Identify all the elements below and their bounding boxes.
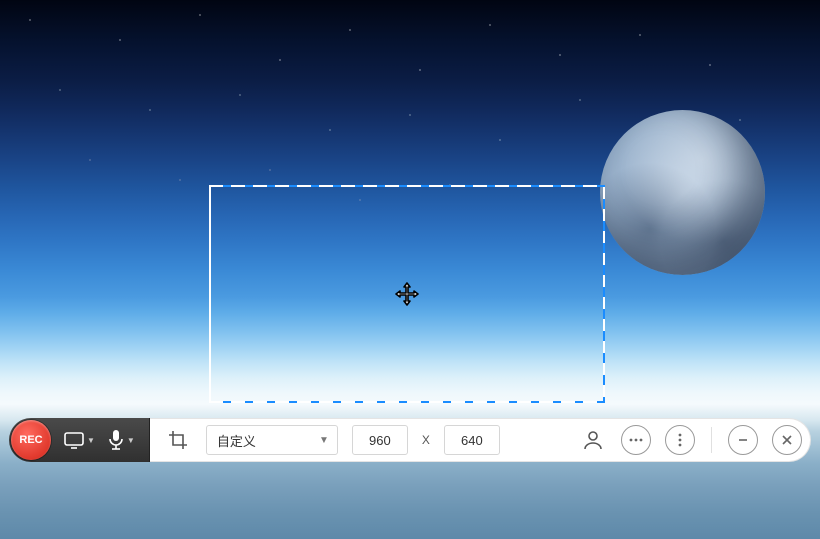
more-options-button[interactable] [665,425,695,455]
minus-icon [737,434,749,446]
microphone-icon [107,429,125,451]
minimize-button[interactable] [728,425,758,455]
dots-vertical-icon [677,433,683,447]
dots-icon [629,437,643,443]
close-button[interactable] [772,425,802,455]
crop-button[interactable] [164,426,192,454]
crop-icon [168,430,188,450]
chevron-down-icon: ▼ [87,436,95,445]
size-preset-select[interactable]: 自定义 ▼ [206,425,338,455]
toolbar-divider [711,427,712,453]
monitor-icon [63,430,85,450]
size-preset-label: 自定义 [217,431,256,450]
recorder-toolbar: REC ▼ ▼ [9,418,811,462]
close-icon [781,434,793,446]
moon-decoration [600,110,765,275]
screen-source-button[interactable]: ▼ [63,420,95,460]
toolbar-light-section: 自定义 ▼ X [150,418,811,462]
annotation-button[interactable] [621,425,651,455]
chevron-down-icon: ▼ [319,435,329,446]
audio-source-button[interactable]: ▼ [107,420,135,460]
toolbar-dark-section: REC ▼ ▼ [9,418,150,462]
width-input[interactable] [352,425,408,455]
height-input[interactable] [444,425,500,455]
record-button[interactable]: REC [11,420,51,460]
person-icon [582,429,604,451]
dimension-separator: X [422,433,430,447]
webcam-button[interactable] [579,426,607,454]
chevron-down-icon: ▼ [127,436,135,445]
